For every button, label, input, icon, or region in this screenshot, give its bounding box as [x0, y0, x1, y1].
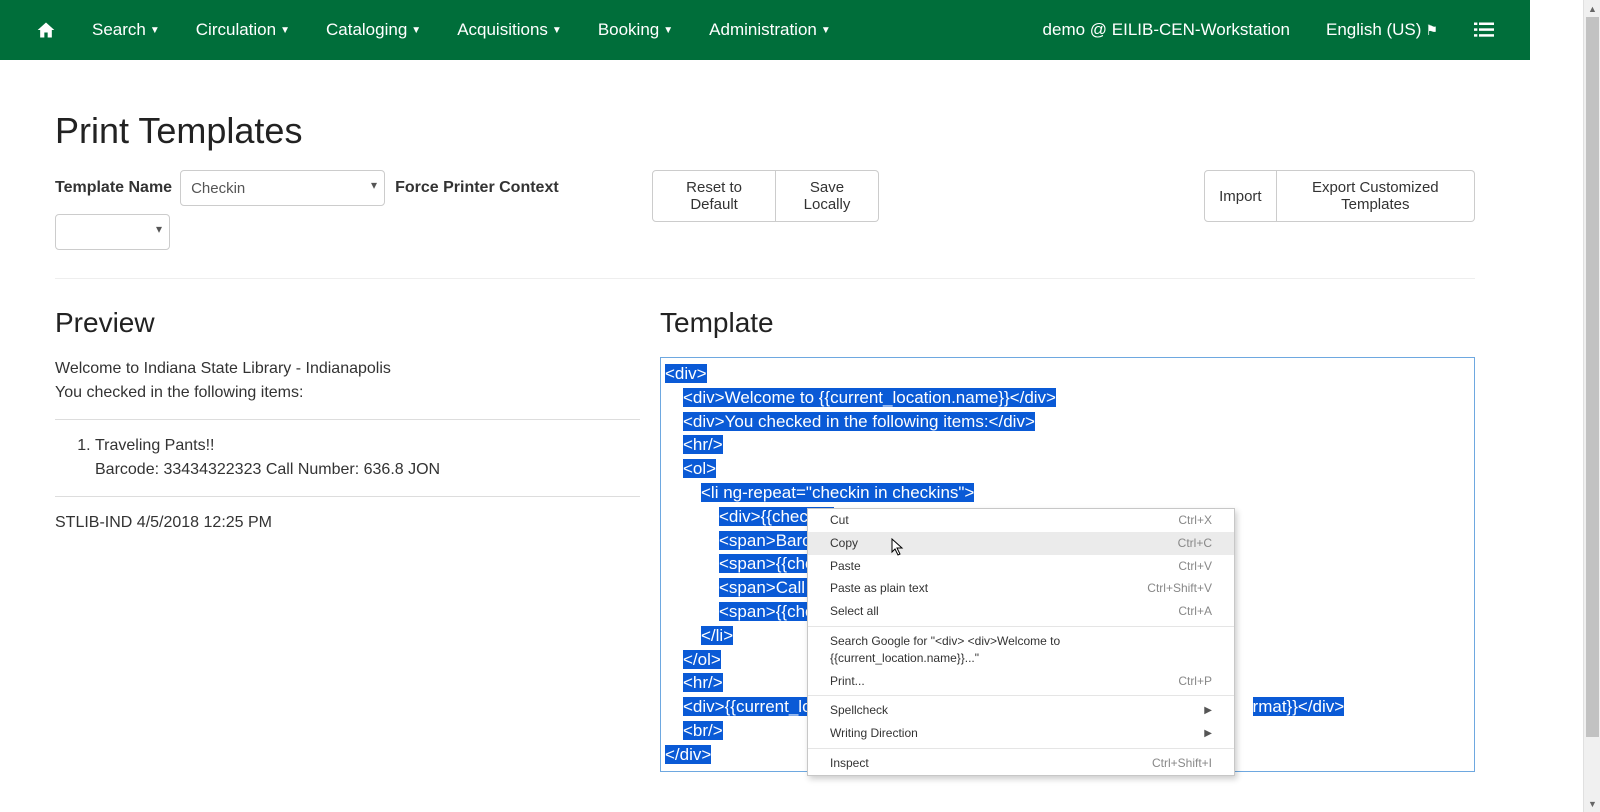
- nav-label: Circulation: [196, 20, 276, 40]
- main-navbar: Search ▼ Circulation ▼ Cataloging ▼ Acquisi…: [0, 0, 1530, 60]
- lang-menu[interactable]: English (US)⚑: [1308, 20, 1456, 40]
- editor-line: <div>You checked in the following items:…: [665, 410, 1470, 434]
- context-menu-label: Inspect: [830, 755, 869, 772]
- template-heading: Template: [660, 307, 1475, 339]
- context-menu-item[interactable]: Select all Ctrl+A: [808, 600, 1234, 623]
- context-menu-item[interactable]: Search Google for "<div> <div>Welcome to…: [808, 630, 1234, 670]
- reset-default-button[interactable]: Reset to Default: [652, 170, 776, 222]
- nav-circulation[interactable]: Circulation ▼: [178, 20, 308, 40]
- context-menu-item[interactable]: Paste as plain text Ctrl+Shift+V: [808, 577, 1234, 600]
- editor-line: <li ng-repeat="checkin in checkins">: [665, 481, 1470, 505]
- scroll-thumb[interactable]: [1586, 17, 1599, 737]
- context-menu-separator: [808, 626, 1234, 627]
- preview-list-item: Traveling Pants!! Barcode: 33434322323 C…: [95, 434, 640, 482]
- preview-item-title: Traveling Pants!!: [95, 437, 214, 454]
- list-icon[interactable]: [1456, 22, 1512, 38]
- context-menu-shortcut: Ctrl+A: [1178, 603, 1212, 620]
- context-menu: Cut Ctrl+X Copy Ctrl+C Paste Ctrl+V Paste as p…: [807, 508, 1235, 776]
- context-menu-label: Paste: [830, 558, 861, 575]
- nav-label: Administration: [709, 20, 817, 40]
- scroll-down-icon[interactable]: ▼: [1584, 795, 1600, 812]
- preview-heading: Preview: [55, 307, 640, 339]
- home-icon[interactable]: [18, 20, 74, 40]
- vertical-scrollbar[interactable]: ▲ ▼: [1583, 0, 1600, 812]
- nav-label: Cataloging: [326, 20, 407, 40]
- caret-icon: ▼: [280, 25, 290, 36]
- context-menu-shortcut: Ctrl+V: [1178, 558, 1212, 575]
- preview-welcome: Welcome to Indiana State Library - India…: [55, 357, 640, 381]
- save-locally-button[interactable]: Save Locally: [776, 170, 879, 222]
- flag-icon: ⚑: [1425, 22, 1438, 39]
- context-menu-label: Writing Direction: [830, 725, 918, 742]
- template-select[interactable]: Checkin: [180, 170, 385, 206]
- context-menu-shortcut: Ctrl+C: [1178, 535, 1212, 552]
- preview-intro: You checked in the following items:: [55, 381, 640, 405]
- nav-booking[interactable]: Booking ▼: [580, 20, 691, 40]
- force-context-label: Force Printer Context: [395, 179, 559, 197]
- context-menu-item[interactable]: Copy Ctrl+C: [808, 532, 1234, 555]
- caret-icon: ▼: [411, 25, 421, 36]
- submenu-arrow-icon: ▶: [1204, 727, 1212, 741]
- printer-context-select[interactable]: [55, 214, 170, 250]
- nav-search[interactable]: Search ▼: [74, 20, 178, 40]
- page-title: Print Templates: [55, 110, 1475, 152]
- template-name-label: Template Name: [55, 179, 172, 197]
- context-menu-label: Print...: [830, 673, 865, 690]
- context-menu-item[interactable]: Inspect Ctrl+Shift+I: [808, 752, 1234, 775]
- context-menu-item[interactable]: Cut Ctrl+X: [808, 509, 1234, 532]
- caret-icon: ▼: [663, 25, 673, 36]
- scroll-up-icon[interactable]: ▲: [1584, 0, 1600, 17]
- context-menu-label: Select all: [830, 603, 879, 620]
- context-menu-item[interactable]: Writing Direction ▶: [808, 722, 1234, 745]
- context-menu-shortcut: Ctrl+Shift+I: [1152, 755, 1212, 772]
- divider: [55, 278, 1475, 279]
- nav-cataloging[interactable]: Cataloging ▼: [308, 20, 439, 40]
- editor-line: <div>: [665, 362, 1470, 386]
- nav-acquisitions[interactable]: Acquisitions ▼: [439, 20, 580, 40]
- editor-line: <hr/>: [665, 433, 1470, 457]
- nav-administration[interactable]: Administration ▼: [691, 20, 849, 40]
- editor-line: <div>Welcome to {{current_location.name}…: [665, 386, 1470, 410]
- context-menu-item[interactable]: Paste Ctrl+V: [808, 555, 1234, 578]
- context-menu-label: Copy: [830, 535, 858, 552]
- template-editor[interactable]: <div><div>Welcome to {{current_location.…: [660, 357, 1475, 772]
- preview-hr: [55, 496, 640, 497]
- submenu-arrow-icon: ▶: [1204, 704, 1212, 718]
- context-menu-shortcut: Ctrl+Shift+V: [1147, 580, 1212, 597]
- editor-line: <ol>: [665, 457, 1470, 481]
- nav-label: Booking: [598, 20, 659, 40]
- context-menu-separator: [808, 695, 1234, 696]
- preview-list: Traveling Pants!! Barcode: 33434322323 C…: [55, 434, 640, 482]
- preview-footer: STLIB-IND 4/5/2018 12:25 PM: [55, 511, 640, 535]
- context-menu-separator: [808, 748, 1234, 749]
- preview-body: Welcome to Indiana State Library - India…: [55, 357, 640, 535]
- import-button[interactable]: Import: [1204, 170, 1277, 222]
- mouse-cursor-icon: [891, 538, 905, 563]
- context-menu-label: Spellcheck: [830, 702, 888, 719]
- caret-icon: ▼: [552, 25, 562, 36]
- user-menu[interactable]: demo @ EILIB-CEN-Workstation: [1025, 20, 1308, 40]
- preview-item-detail: Barcode: 33434322323 Call Number: 636.8 …: [95, 458, 640, 482]
- caret-icon: ▼: [150, 25, 160, 36]
- context-menu-item[interactable]: Print... Ctrl+P: [808, 670, 1234, 693]
- context-menu-label: Search Google for "<div> <div>Welcome to…: [830, 633, 1212, 667]
- nav-label: Search: [92, 20, 146, 40]
- context-menu-label: Cut: [830, 512, 849, 529]
- context-menu-shortcut: Ctrl+X: [1178, 512, 1212, 529]
- context-menu-item[interactable]: Spellcheck ▶: [808, 699, 1234, 722]
- lang-label: English (US): [1326, 20, 1421, 40]
- caret-icon: ▼: [821, 25, 831, 36]
- export-button[interactable]: Export Customized Templates: [1277, 170, 1475, 222]
- context-menu-shortcut: Ctrl+P: [1178, 673, 1212, 690]
- preview-hr: [55, 419, 640, 420]
- context-menu-label: Paste as plain text: [830, 580, 928, 597]
- nav-label: Acquisitions: [457, 20, 548, 40]
